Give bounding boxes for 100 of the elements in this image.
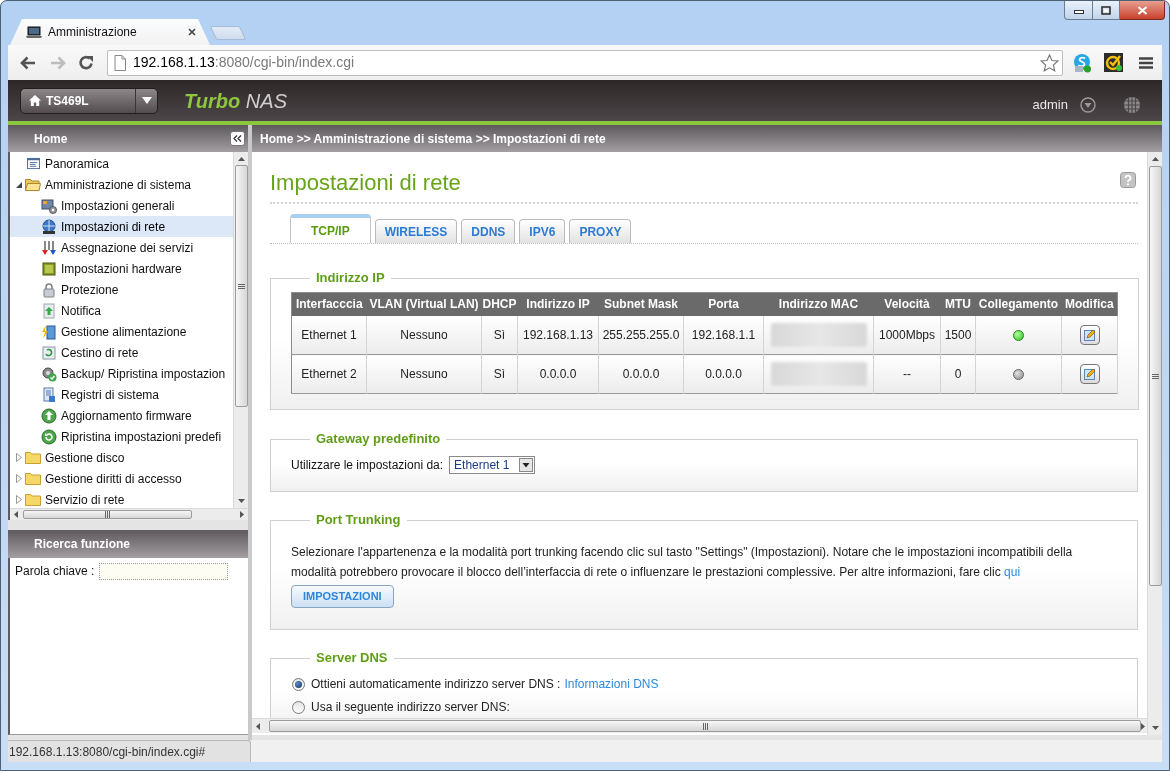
padlock-icon [41,281,57,298]
tree-item[interactable]: Servizio di rete [10,489,233,508]
tab[interactable]: DDNS [461,219,516,243]
scrollbar-thumb[interactable] [1148,166,1162,586]
column-header: Modifica [1061,292,1118,316]
globe-icon[interactable] [1123,95,1141,114]
panel-title: Home [34,130,68,148]
tab[interactable]: PROXY [569,219,632,243]
circle-badge-icon[interactable] [1072,52,1092,73]
more-info-link[interactable]: qui [1004,565,1021,579]
column-header: Subnet Mask [598,292,684,316]
tree-item[interactable]: Panoramica [10,153,233,174]
globe-network-icon [41,218,57,235]
column-header: Indirizzo IP [517,292,599,316]
vertical-scrollbar[interactable] [233,152,248,508]
scroll-down-icon[interactable] [237,499,245,503]
search-field[interactable] [99,563,229,580]
dns-info-link[interactable]: Informazioni DNS [564,675,659,693]
tree-item[interactable]: Impostazioni generali [10,195,233,216]
address-bar[interactable]: 192.168.1.13:8080/cgi-bin/index.cgi [107,49,1063,76]
section-title: Gateway predefinito [315,432,442,446]
column-header: VLAN (Virtual LAN) [366,292,482,316]
folder-icon [25,472,41,485]
grip-icon [702,722,708,730]
table-cell: Ethernet 1 [291,315,367,355]
caret-icon [141,97,152,104]
refresh-circle-icon [41,428,57,445]
horizontal-scrollbar[interactable] [10,508,248,520]
edit-button[interactable] [1079,324,1100,345]
scrollbar-thumb[interactable] [234,165,248,407]
home-icon [29,95,41,106]
tree-item[interactable]: Registri di sistema [10,384,233,405]
scrollbar-thumb[interactable] [269,720,1141,732]
triangle-right-icon[interactable] [16,474,22,483]
tree-item[interactable]: Ripristina impostazioni predefi [10,426,233,447]
folder-icon [25,493,41,506]
section-title: Indirizzo IP [315,271,386,285]
tree-item[interactable]: Gestione alimentazione [10,321,233,342]
maximize-button[interactable] [1093,1,1120,20]
star-icon[interactable] [1040,53,1059,72]
minimize-button[interactable] [1064,1,1093,20]
field-label: Utilizzare le impostazioni da: [291,457,444,474]
table-cell: Nessuno [366,315,482,355]
pencil-icon [1083,368,1096,380]
table-cell: 0.0.0.0 [598,354,684,394]
check-circle-icon[interactable] [1104,53,1123,72]
grip-icon [105,511,110,518]
tree-item[interactable]: Aggiornamento firmware [10,405,233,426]
description-text: Selezionare l'appartenenza e la modalità port trunking facendo clic sul tasto "Settings" (Impostazioni). Notare che le impostazioni incompatibili della modalità potrebbero provocare il blocco dell’interfaccia di rete o influenzare le prestazioni complessive. Per altre informazioni, fare clic qui [291,544,1074,581]
scroll-left-icon[interactable] [256,722,260,730]
tree-item[interactable]: Protezione [10,279,233,300]
table-cell: 0.0.0.0 [683,354,764,394]
scroll-right-icon[interactable] [240,511,244,518]
grip-icon [237,283,245,289]
vertical-scrollbar[interactable] [1147,152,1162,735]
triangle-down-icon[interactable] [16,181,22,188]
table-cell: 255.255.255.0 [598,315,684,355]
tab[interactable]: IPV6 [519,219,566,243]
tree-item[interactable]: Backup/ Ripristina impostazion [10,363,233,384]
column-header: MTU [940,292,976,316]
device-dropdown[interactable]: TS469L [20,87,158,114]
tree-item[interactable]: Assegnazione dei servizi [10,237,233,258]
back-arrow-icon [20,55,36,70]
minimize-icon [1073,10,1084,14]
forward-arrow-icon [50,55,66,70]
tree-item[interactable]: Gestione diritti di accesso [10,468,233,489]
close-window-button[interactable] [1120,1,1165,20]
triangle-right-icon[interactable] [16,495,22,504]
tree-item[interactable]: Notifica [10,300,233,321]
scroll-left-icon[interactable] [14,511,18,518]
laptop-icon [26,25,42,39]
radio-button[interactable] [292,700,305,714]
menu-icon[interactable] [1139,56,1153,69]
dropdown-circle-icon[interactable] [1080,96,1096,113]
scroll-up-icon[interactable] [237,157,245,161]
scroll-down-icon[interactable] [1151,726,1159,730]
column-header: Indirizzo MAC [763,292,874,316]
tab[interactable]: WIRELESS [374,219,458,243]
column-header: Interfacccia [291,292,367,316]
user-name[interactable]: admin [1032,94,1068,115]
field-label: Parola chiave : [15,563,95,580]
tree-item[interactable]: Impostazioni hardware [10,258,233,279]
radio-button[interactable] [292,677,305,691]
edit-button[interactable] [1079,364,1100,384]
tree-item[interactable]: Impostazioni di rete [10,216,233,237]
close-icon[interactable] [188,28,196,36]
help-icon[interactable] [1120,172,1136,188]
browser-tab[interactable]: Amministrazione [10,19,210,45]
scroll-up-icon[interactable] [1151,157,1159,161]
select-field[interactable]: Ethernet 1 [449,456,536,474]
tree-item[interactable]: Amministrazione di sistema [10,174,233,195]
collapse-button[interactable] [230,131,245,146]
up-arrow-circle-icon [41,407,57,424]
tree-item[interactable]: Cestino di rete [10,342,233,363]
scrollbar-thumb[interactable] [23,510,192,519]
document-icon [41,386,57,403]
tree-item[interactable]: Gestione disco [10,447,233,468]
horizontal-scrollbar[interactable] [252,718,1147,733]
arrows-icon [41,239,57,256]
triangle-right-icon[interactable] [16,453,22,462]
